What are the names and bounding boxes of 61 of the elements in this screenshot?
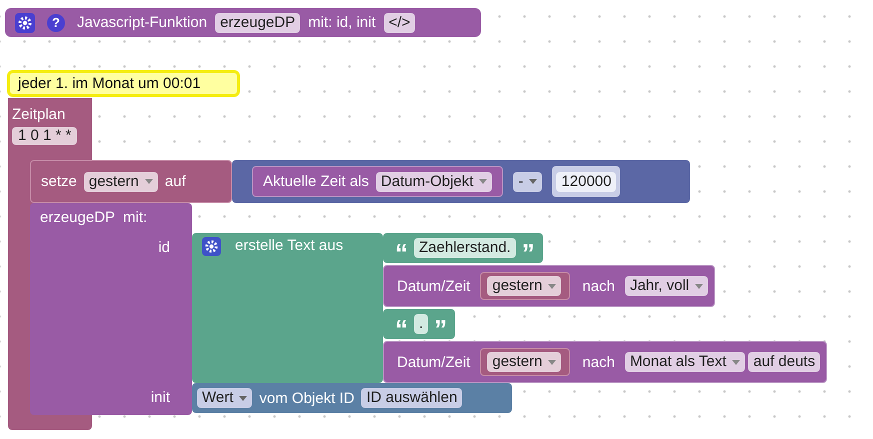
operator-dropdown[interactable]: - <box>513 172 542 192</box>
function-name-field[interactable]: erzeugeDP <box>215 12 300 32</box>
variable-dropdown[interactable]: gestern <box>487 276 562 296</box>
dropdown-arrow-icon <box>479 179 488 184</box>
block-label: mit: id, init <box>308 14 376 31</box>
number-block[interactable]: 120000 <box>552 166 620 197</box>
date-format-block[interactable]: Datum/Zeit gestern nach Monat als Text auf deuts <box>383 341 828 383</box>
language-dropdown[interactable]: auf deuts <box>748 352 820 372</box>
object-id-field[interactable]: ID auswählen <box>361 388 462 408</box>
dropdown-arrow-icon <box>548 284 556 288</box>
variable-dropdown[interactable]: gestern <box>84 172 158 192</box>
block-label: vom Objekt ID <box>259 390 354 406</box>
comment-bubble[interactable]: jeder 1. im Monat um 00:01 <box>7 70 240 97</box>
quote-mark: “ <box>395 313 408 338</box>
block-label: erstelle Text aus <box>235 237 344 254</box>
block-label: nach <box>582 354 615 370</box>
block-label: Zeitplan <box>12 106 66 123</box>
block-label: setze <box>41 173 77 190</box>
dropdown-arrow-icon <box>695 284 704 288</box>
function-call-block[interactable]: erzeugeDP mit: id init <box>30 203 192 415</box>
format-dropdown[interactable]: Datum-Objekt <box>376 172 492 192</box>
block-label: Datum/Zeit <box>397 278 470 294</box>
dropdown-arrow-icon <box>548 360 556 364</box>
set-variable-block[interactable]: setze gestern auf <box>30 160 232 203</box>
block-label: auf <box>164 173 186 190</box>
argument-label: init <box>150 389 170 406</box>
dropdown-arrow-icon <box>144 179 153 184</box>
format-dropdown[interactable]: Jahr, voll <box>624 276 708 296</box>
variable-block[interactable]: gestern <box>480 348 570 376</box>
variable-dropdown[interactable]: gestern <box>487 352 562 372</box>
gear-icon[interactable] <box>202 237 221 256</box>
help-button[interactable]: ? <box>47 14 65 32</box>
block-label: erzeugeDP <box>40 209 116 226</box>
math-block[interactable]: Aktuelle Zeit als Datum-Objekt - 120000 <box>232 160 690 203</box>
attribute-dropdown[interactable]: Wert <box>197 388 252 408</box>
block-label: nach <box>582 278 615 294</box>
gear-icon[interactable] <box>15 12 35 32</box>
text-block[interactable]: “ Zaehlerstand. ” <box>383 233 543 263</box>
dropdown-arrow-icon <box>732 360 740 364</box>
dropdown-arrow-icon <box>239 396 248 400</box>
quote-mark: “ <box>395 237 408 262</box>
dropdown-arrow-icon <box>529 179 538 184</box>
current-time-block[interactable]: Aktuelle Zeit als Datum-Objekt <box>252 166 504 197</box>
text-block[interactable]: “ . ” <box>383 309 456 339</box>
block-label: Javascript-Funktion <box>77 14 208 31</box>
text-field[interactable]: . <box>414 314 428 334</box>
text-field[interactable]: Zaehlerstand. <box>414 238 516 258</box>
quote-mark: ” <box>522 237 535 262</box>
function-block[interactable]: ? Javascript-Funktion erzeugeDP mit: id, init </> <box>5 8 481 37</box>
block-label: Datum/Zeit <box>397 354 470 370</box>
argument-label: id <box>158 239 170 256</box>
code-button[interactable]: </> <box>384 12 416 32</box>
object-state-block[interactable]: Wert vom Objekt ID ID auswählen <box>192 383 512 413</box>
cron-field[interactable]: 1 0 1 * * <box>12 127 78 145</box>
variable-block[interactable]: gestern <box>480 272 570 300</box>
date-format-block[interactable]: Datum/Zeit gestern nach Jahr, voll <box>383 265 716 307</box>
quote-mark: ” <box>434 313 448 338</box>
format-dropdown[interactable]: Monat als Text <box>624 352 746 372</box>
block-label: Aktuelle Zeit als <box>263 173 369 190</box>
number-field[interactable]: 120000 <box>556 172 616 192</box>
block-label: mit: <box>123 209 148 226</box>
